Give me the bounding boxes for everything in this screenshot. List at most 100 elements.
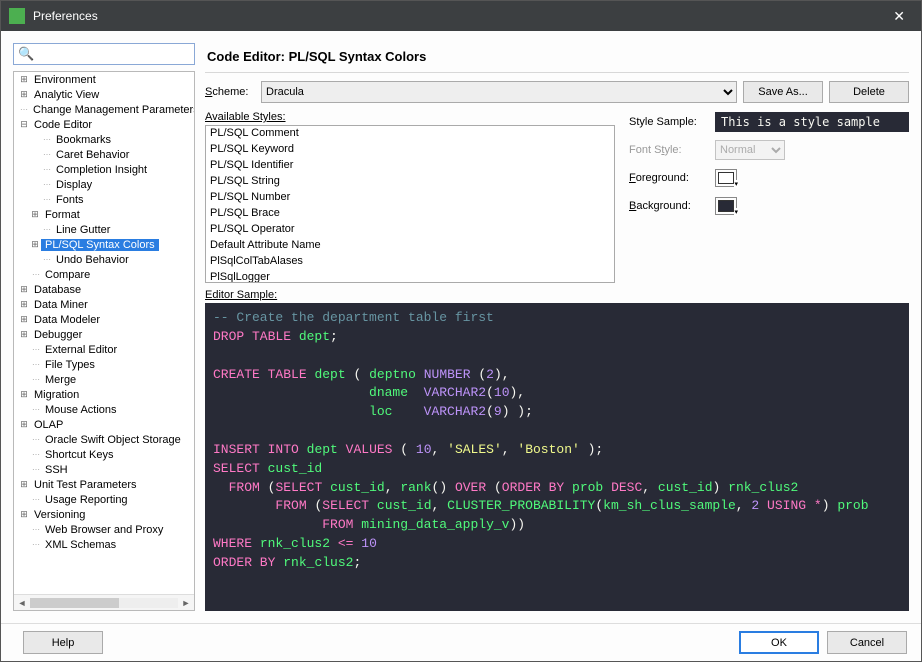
tree-item[interactable]: ⊞Database bbox=[14, 282, 194, 297]
tree-dots-icon bbox=[43, 135, 50, 144]
scroll-track[interactable] bbox=[30, 598, 178, 608]
tree-dots-icon bbox=[32, 360, 39, 369]
tree-item[interactable]: ⊞Data Miner bbox=[14, 297, 194, 312]
available-style-item[interactable]: PL/SQL String bbox=[206, 174, 614, 190]
close-icon[interactable]: ✕ bbox=[885, 8, 913, 25]
available-style-item[interactable]: PL/SQL Brace bbox=[206, 206, 614, 222]
expand-icon[interactable]: ⊞ bbox=[18, 329, 30, 340]
search-input[interactable] bbox=[38, 45, 190, 63]
style-sample-label: Style Sample: bbox=[629, 116, 707, 128]
tree-item[interactable]: Caret Behavior bbox=[14, 147, 194, 162]
tree-item[interactable]: Display bbox=[14, 177, 194, 192]
tree-item[interactable]: ⊞Data Modeler bbox=[14, 312, 194, 327]
available-style-item[interactable]: PL/SQL Operator bbox=[206, 222, 614, 238]
scroll-left-icon[interactable]: ◄ bbox=[14, 598, 30, 608]
tree-item[interactable]: ⊞Environment bbox=[14, 72, 194, 87]
expand-icon[interactable]: ⊞ bbox=[18, 89, 30, 100]
expand-icon[interactable]: ⊞ bbox=[18, 314, 30, 325]
tree-item[interactable]: ⊞Debugger bbox=[14, 327, 194, 342]
main: 🔍 ⊞Environment⊞Analytic ViewChange Manag… bbox=[1, 31, 921, 623]
tree-item[interactable]: Web Browser and Proxy bbox=[14, 522, 194, 537]
expand-icon[interactable]: ⊞ bbox=[18, 419, 30, 430]
tree-dots-icon bbox=[32, 345, 39, 354]
available-style-item[interactable]: PL/SQL Number bbox=[206, 190, 614, 206]
available-style-item[interactable]: PL/SQL Identifier bbox=[206, 158, 614, 174]
expand-icon[interactable]: ⊞ bbox=[18, 389, 30, 400]
tree-item-label: Format bbox=[41, 209, 84, 221]
expand-icon[interactable]: ⊞ bbox=[18, 74, 30, 85]
tree-item[interactable]: ⊞Versioning bbox=[14, 507, 194, 522]
tree-item-label: XML Schemas bbox=[41, 539, 120, 551]
tree-item[interactable]: Usage Reporting bbox=[14, 492, 194, 507]
tree-item[interactable]: Shortcut Keys bbox=[14, 447, 194, 462]
tree-item-label: Undo Behavior bbox=[52, 254, 133, 266]
tree-item[interactable]: Merge bbox=[14, 372, 194, 387]
expand-icon[interactable]: ⊞ bbox=[18, 479, 30, 490]
expand-icon[interactable]: ⊞ bbox=[29, 239, 41, 250]
expand-icon[interactable]: ⊞ bbox=[18, 299, 30, 310]
background-swatch[interactable]: ▾ bbox=[715, 197, 737, 215]
tree-item[interactable]: Line Gutter bbox=[14, 222, 194, 237]
tree-item[interactable]: ⊞OLAP bbox=[14, 417, 194, 432]
tree-item-label: Merge bbox=[41, 374, 80, 386]
tree-item[interactable]: Undo Behavior bbox=[14, 252, 194, 267]
preferences-tree[interactable]: ⊞Environment⊞Analytic ViewChange Managem… bbox=[14, 72, 194, 594]
scheme-select[interactable]: Dracula bbox=[261, 81, 737, 103]
collapse-icon[interactable]: ⊟ bbox=[18, 119, 30, 130]
available-style-item[interactable]: PL/SQL Comment bbox=[206, 126, 614, 142]
left-pane: 🔍 ⊞Environment⊞Analytic ViewChange Manag… bbox=[13, 43, 195, 611]
tree-item[interactable]: File Types bbox=[14, 357, 194, 372]
tree-item-label: Web Browser and Proxy bbox=[41, 524, 167, 536]
tree-item-label: Display bbox=[52, 179, 96, 191]
scroll-right-icon[interactable]: ► bbox=[178, 598, 194, 608]
help-button[interactable]: Help bbox=[23, 631, 103, 654]
tree-item-label: Fonts bbox=[52, 194, 88, 206]
tree-item[interactable]: Change Management Parameters bbox=[14, 102, 194, 117]
expand-icon[interactable]: ⊞ bbox=[29, 209, 41, 220]
scheme-label: Scheme: bbox=[205, 86, 255, 98]
window-title: Preferences bbox=[33, 9, 98, 23]
foreground-label: Foreground: bbox=[629, 172, 707, 184]
available-styles-list[interactable]: PL/SQL CommentPL/SQL KeywordPL/SQL Ident… bbox=[205, 125, 615, 283]
font-style-label: Font Style: bbox=[629, 144, 707, 156]
tree-item[interactable]: Compare bbox=[14, 267, 194, 282]
tree-item[interactable]: ⊟Code Editor bbox=[14, 117, 194, 132]
tree-item[interactable]: Mouse Actions bbox=[14, 402, 194, 417]
tree-item[interactable]: Completion Insight bbox=[14, 162, 194, 177]
tree-item[interactable]: External Editor bbox=[14, 342, 194, 357]
tree-dots-icon bbox=[32, 270, 39, 279]
expand-icon[interactable]: ⊞ bbox=[18, 284, 30, 295]
delete-button[interactable]: Delete bbox=[829, 81, 909, 103]
tree-dots-icon bbox=[43, 255, 50, 264]
tree-item[interactable]: Oracle Swift Object Storage bbox=[14, 432, 194, 447]
app-icon bbox=[9, 8, 25, 24]
editor-sample-label: Editor Sample: bbox=[205, 289, 909, 301]
available-style-item[interactable]: PL/SQL Keyword bbox=[206, 142, 614, 158]
available-style-item[interactable]: PlSqlColTabAlases bbox=[206, 254, 614, 270]
tree-item[interactable]: ⊞Analytic View bbox=[14, 87, 194, 102]
tree-item-label: Database bbox=[30, 284, 85, 296]
tree-item[interactable]: Fonts bbox=[14, 192, 194, 207]
tree-dots-icon bbox=[32, 375, 39, 384]
tree-dots-icon bbox=[32, 540, 39, 549]
expand-icon[interactable]: ⊞ bbox=[18, 509, 30, 520]
tree-item[interactable]: ⊞Format bbox=[14, 207, 194, 222]
foreground-swatch[interactable]: ▾ bbox=[715, 169, 737, 187]
scroll-thumb[interactable] bbox=[30, 598, 119, 608]
available-style-item[interactable]: Default Attribute Name bbox=[206, 238, 614, 254]
tree-item[interactable]: ⊞Migration bbox=[14, 387, 194, 402]
tree-item-label: Caret Behavior bbox=[52, 149, 133, 161]
cancel-button[interactable]: Cancel bbox=[827, 631, 907, 654]
available-style-item[interactable]: PlSqlLogger bbox=[206, 270, 614, 283]
tree-hscroll[interactable]: ◄ ► bbox=[14, 594, 194, 610]
save-as-button[interactable]: Save As... bbox=[743, 81, 823, 103]
ok-button[interactable]: OK bbox=[739, 631, 819, 654]
tree-item[interactable]: ⊞Unit Test Parameters bbox=[14, 477, 194, 492]
tree-item[interactable]: XML Schemas bbox=[14, 537, 194, 552]
tree-item[interactable]: Bookmarks bbox=[14, 132, 194, 147]
tree-item-label: OLAP bbox=[30, 419, 67, 431]
tree-item[interactable]: SSH bbox=[14, 462, 194, 477]
tree-item[interactable]: ⊞PL/SQL Syntax Colors bbox=[14, 237, 194, 252]
available-styles-label: Available Styles: bbox=[205, 111, 615, 123]
tree-item-label: Mouse Actions bbox=[41, 404, 121, 416]
